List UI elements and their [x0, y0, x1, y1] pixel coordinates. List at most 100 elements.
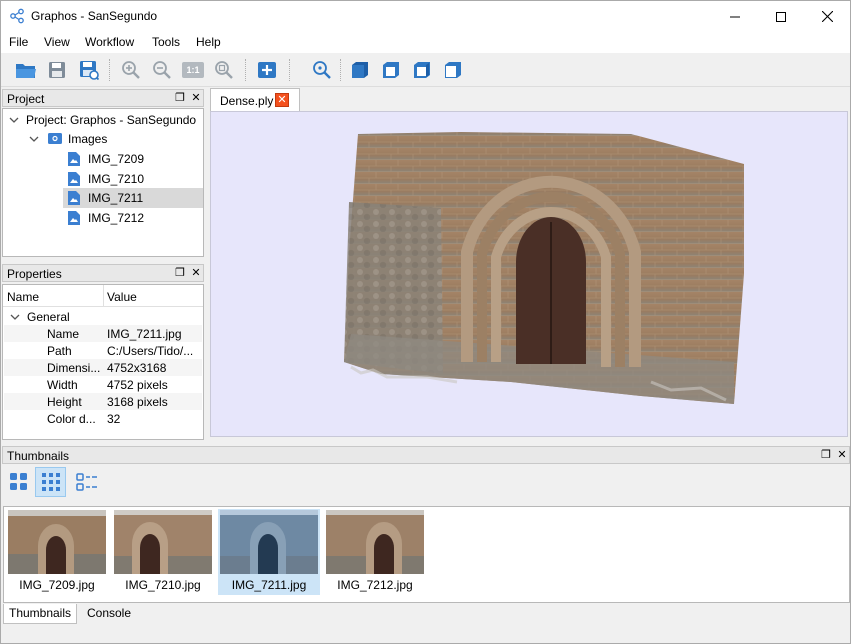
project-dock-header: Project ❐ ✕ — [2, 89, 204, 107]
menu-workflow[interactable]: Workflow — [85, 35, 134, 49]
grid-small-icon — [41, 473, 60, 491]
thumbnail-item-selected[interactable]: IMG_7211.jpg — [218, 509, 320, 595]
menu-help[interactable]: Help — [196, 35, 221, 49]
property-name: Height — [47, 395, 82, 409]
tab-dense-ply[interactable]: Dense.ply ✕ — [210, 88, 300, 111]
property-name: Name — [47, 327, 80, 341]
thumbnails-dock-header: Thumbnails ❐ ✕ — [2, 446, 850, 464]
property-row[interactable]: Name IMG_7211.jpg — [4, 325, 202, 342]
zoom-1to1-icon: 1:1 — [182, 62, 204, 78]
property-name: Dimensi... — [47, 361, 101, 375]
tab-thumbnails[interactable]: Thumbnails — [3, 604, 77, 624]
close-dock-icon[interactable]: ✕ — [189, 91, 203, 105]
image-item-label: IMG_7209 — [88, 152, 145, 166]
add-images-button[interactable] — [255, 58, 279, 82]
property-row[interactable]: Path C:/Users/Tido/... — [4, 342, 202, 359]
point-cloud-render — [344, 132, 744, 404]
cube-left-icon — [414, 62, 430, 78]
cube-right-icon — [445, 62, 461, 78]
zoom-extend-button[interactable] — [212, 58, 236, 82]
zoom-out-icon — [153, 61, 171, 79]
zoom-out-button[interactable] — [150, 58, 174, 82]
properties-table: Name Value General Name IMG_7211.jpg Pat… — [2, 284, 204, 440]
chevron-down-icon — [10, 314, 20, 320]
cube-top-icon — [383, 62, 399, 78]
property-value: 4752x3168 — [107, 361, 167, 375]
thumbnail-item[interactable]: IMG_7209.jpg — [6, 509, 108, 595]
properties-dock-title: Properties — [7, 267, 62, 281]
tree-row-images[interactable]: Images — [3, 129, 203, 149]
tree-row-image[interactable]: IMG_7212 — [3, 208, 203, 228]
app-window: Graphos - SanSegundo File View Workflow … — [0, 0, 851, 644]
float-dock-icon[interactable]: ❐ — [173, 91, 187, 105]
toolbar-separator — [289, 59, 290, 81]
column-header-name[interactable]: Name — [7, 290, 39, 304]
front-view-button[interactable] — [348, 58, 372, 82]
tree-row-image[interactable]: IMG_7209 — [3, 149, 203, 169]
close-dock-icon[interactable]: ✕ — [189, 266, 203, 280]
close-dock-icon[interactable]: ✕ — [835, 448, 849, 462]
zoom-1to1-button[interactable]: 1:1 — [181, 58, 205, 82]
tree-row-image[interactable]: IMG_7210 — [3, 169, 203, 189]
float-dock-icon[interactable]: ❐ — [819, 448, 833, 462]
thumbnail-list: IMG_7209.jpg IMG_7210.jpg IMG_7211.jpg I… — [3, 506, 850, 603]
property-value: 4752 pixels — [107, 378, 168, 392]
property-name: Color d... — [47, 412, 96, 426]
image-item-label: IMG_7211 — [88, 191, 144, 205]
menu-file[interactable]: File — [9, 35, 28, 49]
thumbnail-item[interactable]: IMG_7210.jpg — [112, 509, 214, 595]
minimize-button[interactable] — [712, 1, 758, 32]
property-value: IMG_7211.jpg — [107, 327, 182, 341]
minimize-icon — [730, 16, 740, 17]
menu-bar: File View Workflow Tools Help — [1, 32, 850, 53]
tree-row-project-root[interactable]: Project: Graphos - SanSegundo — [3, 110, 203, 130]
top-view-button[interactable] — [379, 58, 403, 82]
chevron-down-icon — [29, 136, 39, 142]
image-file-icon — [68, 172, 80, 186]
zoom-search-icon — [313, 61, 331, 79]
close-window-button[interactable] — [804, 1, 850, 32]
property-group-row[interactable]: General — [4, 308, 202, 325]
tree-row-image-selected[interactable]: IMG_7211 — [63, 188, 203, 208]
column-header-value[interactable]: Value — [107, 290, 137, 304]
menu-tools[interactable]: Tools — [152, 35, 180, 49]
zoom-3d-button[interactable] — [310, 58, 334, 82]
image-file-icon — [68, 152, 80, 166]
menu-view[interactable]: View — [44, 35, 70, 49]
thumbnail-item[interactable]: IMG_7212.jpg — [324, 509, 426, 595]
float-dock-icon[interactable]: ❐ — [173, 266, 187, 280]
3d-viewer[interactable] — [210, 111, 848, 437]
property-name: Width — [47, 378, 78, 392]
save-project-as-button[interactable] — [77, 58, 101, 82]
property-row[interactable]: Color d... 32 — [4, 410, 202, 427]
details-view-button[interactable] — [74, 469, 100, 495]
images-folder-label: Images — [68, 132, 108, 146]
image-file-icon — [68, 191, 80, 205]
save-project-button[interactable] — [45, 58, 69, 82]
property-row[interactable]: Dimensi... 4752x3168 — [4, 359, 202, 376]
close-tab-icon[interactable]: ✕ — [275, 93, 289, 107]
chevron-down-icon — [9, 117, 19, 123]
large-icons-button[interactable] — [6, 469, 32, 495]
maximize-icon — [776, 11, 786, 22]
zoom-in-icon — [122, 61, 140, 79]
grid-large-icon — [10, 473, 27, 490]
small-icons-button[interactable] — [35, 467, 66, 497]
zoom-fit-icon — [215, 61, 233, 79]
properties-header: Name Value — [3, 285, 203, 307]
open-project-button[interactable] — [14, 58, 38, 82]
window-title: Graphos - SanSegundo — [31, 9, 158, 23]
property-row[interactable]: Width 4752 pixels — [4, 376, 202, 393]
thumbnail-image — [220, 510, 318, 574]
thumbnail-image — [8, 510, 106, 574]
folder-open-icon — [16, 64, 36, 78]
camera-folder-icon — [48, 133, 62, 144]
tab-console[interactable]: Console — [81, 604, 137, 624]
right-view-button[interactable] — [441, 58, 465, 82]
property-row[interactable]: Height 3168 pixels — [4, 393, 202, 410]
property-value: C:/Users/Tido/... — [107, 344, 194, 358]
maximize-button[interactable] — [758, 1, 804, 32]
close-icon — [821, 11, 833, 22]
left-view-button[interactable] — [410, 58, 434, 82]
zoom-in-button[interactable] — [119, 58, 143, 82]
